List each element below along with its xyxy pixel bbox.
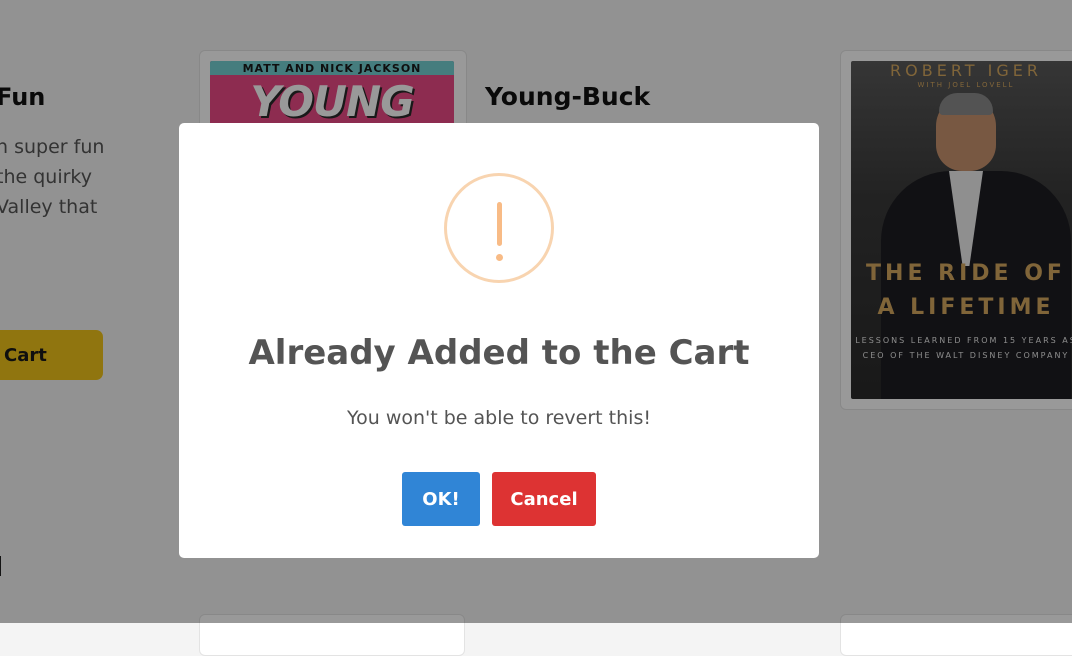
- warning-icon-dot: [496, 254, 503, 261]
- dialog-message: You won't be able to revert this!: [347, 407, 651, 429]
- ok-button[interactable]: OK!: [402, 472, 480, 526]
- cancel-button[interactable]: Cancel: [492, 472, 596, 526]
- warning-icon-bar: [497, 202, 502, 246]
- dialog-title: Already Added to the Cart: [248, 333, 750, 373]
- alert-dialog: Already Added to the Cart You won't be a…: [179, 123, 819, 558]
- warning-icon: [444, 173, 554, 283]
